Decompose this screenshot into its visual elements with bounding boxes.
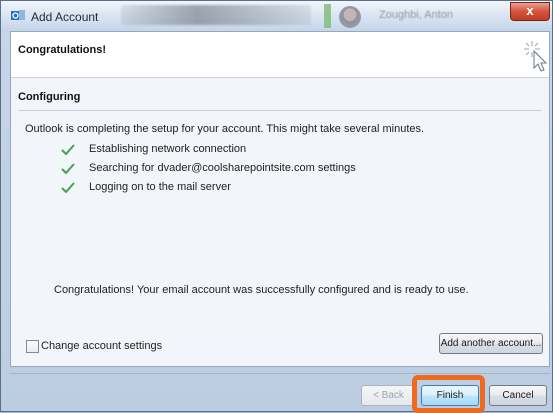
- background-green-tab: [324, 4, 331, 28]
- background-window-title: Zoughbi, Anton: [379, 9, 454, 21]
- checkmark-icon: [61, 182, 75, 193]
- footer-divider: [10, 373, 550, 374]
- taskbar-reflection: [121, 5, 311, 25]
- checkmark-icon: [61, 144, 75, 155]
- step-label: Establishing network connection: [89, 143, 247, 155]
- success-message: Congratulations! Your email account was …: [54, 284, 469, 296]
- checkmark-icon: [61, 163, 75, 174]
- status-text: Outlook is completing the setup for your…: [25, 123, 425, 135]
- close-button[interactable]: x: [510, 2, 550, 21]
- finish-button[interactable]: Finish: [421, 385, 479, 406]
- cancel-button[interactable]: Cancel: [489, 385, 547, 406]
- wizard-sparkle-icon: [524, 41, 548, 72]
- checkbox-label[interactable]: Change account settings: [41, 340, 162, 352]
- section-title: Configuring: [18, 91, 81, 103]
- dialog-content: Congratulations! Configuring Outlook is …: [10, 31, 550, 367]
- checkbox-box[interactable]: [26, 340, 39, 353]
- title-bar[interactable]: Zoughbi, Anton Add Account x: [1, 1, 552, 31]
- avatar: [339, 6, 361, 28]
- back-button[interactable]: < Back: [361, 385, 416, 406]
- window-title: Add Account: [31, 10, 99, 24]
- step-label: Logging on to the mail server: [89, 181, 231, 193]
- section-divider: [18, 110, 542, 111]
- add-another-account-button[interactable]: Add another account...: [439, 333, 543, 354]
- step-label: Searching for dvader@coolsharepointsite.…: [89, 162, 356, 174]
- add-account-window: Zoughbi, Anton Add Account x Congratulat…: [0, 0, 553, 413]
- configuring-panel: Configuring Outlook is completing the se…: [11, 78, 549, 366]
- page-title: Congratulations!: [18, 44, 106, 56]
- outlook-app-icon: [11, 10, 25, 20]
- dialog-header: Congratulations!: [11, 32, 549, 78]
